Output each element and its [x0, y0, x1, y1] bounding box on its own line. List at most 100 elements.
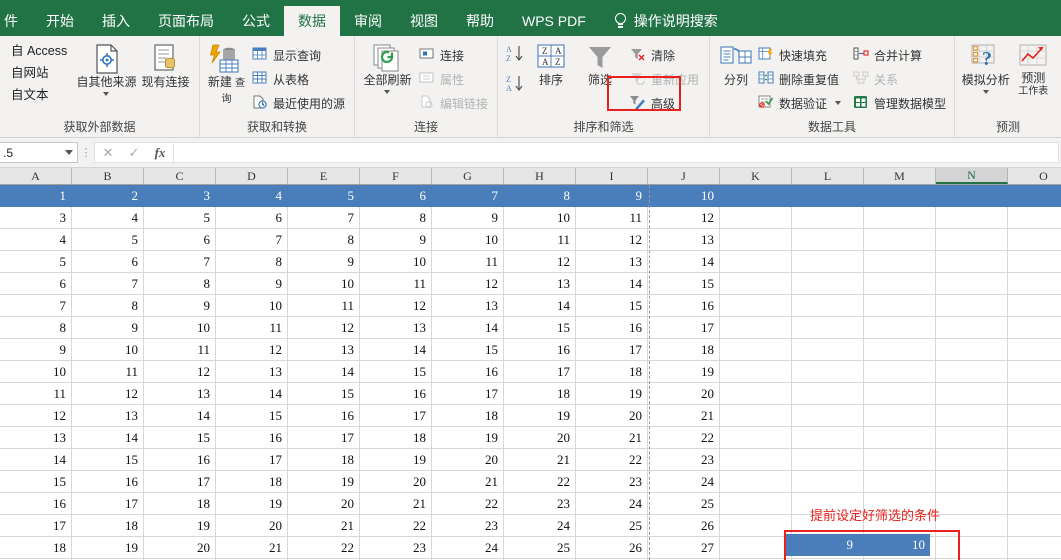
grid-cell[interactable]: 19: [504, 405, 576, 427]
from-text-link[interactable]: 自文本: [11, 84, 70, 106]
grid-cell[interactable]: 20: [216, 515, 288, 537]
grid-cell[interactable]: 21: [288, 515, 360, 537]
grid-cell[interactable]: 16: [504, 339, 576, 361]
grid-cell[interactable]: 19: [432, 427, 504, 449]
consolidate-item[interactable]: 合并计算: [849, 43, 950, 67]
grid-cell[interactable]: [792, 207, 864, 229]
grid-cell[interactable]: [1008, 449, 1061, 471]
tab-review[interactable]: 审阅: [340, 6, 396, 36]
grid-cell[interactable]: 26: [576, 537, 648, 559]
chevron-down-icon[interactable]: [982, 90, 989, 94]
grid-cell[interactable]: [1008, 317, 1061, 339]
grid-cell[interactable]: [792, 339, 864, 361]
grid-cell[interactable]: [936, 383, 1008, 405]
grid-cell[interactable]: 16: [432, 361, 504, 383]
grid-cell[interactable]: 14: [360, 339, 432, 361]
grid-cell[interactable]: 13: [144, 383, 216, 405]
grid-cell[interactable]: 18: [0, 537, 72, 559]
grid-cell[interactable]: 12: [72, 383, 144, 405]
grid-cell[interactable]: [1008, 361, 1061, 383]
grid-cell[interactable]: [936, 449, 1008, 471]
grid-cell[interactable]: [864, 471, 936, 493]
grid-cell[interactable]: 23: [504, 493, 576, 515]
grid-cell[interactable]: 10: [288, 273, 360, 295]
data-validation-item[interactable]: 数据验证: [754, 91, 845, 115]
grid-cell[interactable]: 25: [504, 537, 576, 559]
grid-cell[interactable]: [864, 295, 936, 317]
column-header-m[interactable]: M: [864, 168, 936, 184]
column-header-a[interactable]: A: [0, 168, 72, 184]
grid-cell[interactable]: 19: [648, 361, 720, 383]
grid-cell[interactable]: [720, 515, 792, 537]
grid-cell[interactable]: 13: [360, 317, 432, 339]
grid-cell[interactable]: 21: [648, 405, 720, 427]
grid-cell[interactable]: 13: [216, 361, 288, 383]
grid-cell[interactable]: [720, 449, 792, 471]
grid-cell[interactable]: 27: [648, 537, 720, 559]
grid-cell[interactable]: 12: [0, 405, 72, 427]
grid-cell[interactable]: [864, 273, 936, 295]
grid-cell[interactable]: 22: [432, 493, 504, 515]
grid-cell[interactable]: 6: [216, 207, 288, 229]
grid-cell[interactable]: [864, 405, 936, 427]
grid-cell[interactable]: [936, 207, 1008, 229]
column-header-j[interactable]: J: [648, 168, 720, 184]
grid-cell[interactable]: 7: [288, 207, 360, 229]
grid-cell[interactable]: 17: [144, 471, 216, 493]
grid-cell[interactable]: 6: [144, 229, 216, 251]
grid-cell[interactable]: 16: [144, 449, 216, 471]
grid-cell[interactable]: 13: [72, 405, 144, 427]
grid-cell[interactable]: 9: [432, 207, 504, 229]
grid-cell[interactable]: 12: [288, 317, 360, 339]
grid-cell[interactable]: 3: [144, 185, 216, 207]
grid-cell[interactable]: 10: [648, 185, 720, 207]
text-to-columns-button[interactable]: 分列: [718, 40, 754, 87]
tab-view[interactable]: 视图: [396, 6, 452, 36]
grid-cell[interactable]: 20: [144, 537, 216, 559]
grid-cell[interactable]: 18: [504, 383, 576, 405]
grid-cell[interactable]: 15: [72, 449, 144, 471]
grid-cell[interactable]: 23: [576, 471, 648, 493]
tab-help[interactable]: 帮助: [452, 6, 508, 36]
filter-button[interactable]: 筛选: [576, 40, 624, 87]
grid-cell[interactable]: 1: [0, 185, 72, 207]
grid-cell[interactable]: [864, 427, 936, 449]
enter-formula-button[interactable]: ✓: [121, 145, 147, 161]
grid-cell[interactable]: 14: [72, 427, 144, 449]
grid-cell[interactable]: 16: [576, 317, 648, 339]
column-header-c[interactable]: C: [144, 168, 216, 184]
grid-cell[interactable]: [936, 229, 1008, 251]
grid-cell[interactable]: 9: [0, 339, 72, 361]
grid-cell[interactable]: [1008, 383, 1061, 405]
grid-cell[interactable]: 11: [0, 383, 72, 405]
grid-cell[interactable]: [720, 361, 792, 383]
grid-cell[interactable]: [936, 339, 1008, 361]
grid-cell[interactable]: 16: [288, 405, 360, 427]
grid-cell[interactable]: 11: [72, 361, 144, 383]
grid-cell[interactable]: [720, 273, 792, 295]
grid-cell[interactable]: 11: [432, 251, 504, 273]
clear-filter-item[interactable]: 清除: [626, 43, 703, 67]
grid-cell[interactable]: [1008, 207, 1061, 229]
grid-cell[interactable]: 24: [432, 537, 504, 559]
grid-cell[interactable]: 12: [216, 339, 288, 361]
grid-cell[interactable]: 13: [648, 229, 720, 251]
column-header-g[interactable]: G: [432, 168, 504, 184]
grid-cell[interactable]: [792, 185, 864, 207]
grid-cell[interactable]: 16: [0, 493, 72, 515]
grid-cell[interactable]: 8: [216, 251, 288, 273]
grid-cell[interactable]: 22: [288, 537, 360, 559]
recent-sources-item[interactable]: 最近使用的源: [248, 91, 349, 115]
grid-cell[interactable]: [1008, 471, 1061, 493]
grid-cell[interactable]: 8: [504, 185, 576, 207]
grid-cell[interactable]: 17: [216, 449, 288, 471]
grid-cell[interactable]: 4: [72, 207, 144, 229]
grid-cell[interactable]: [864, 383, 936, 405]
grid-cell[interactable]: 18: [72, 515, 144, 537]
grid-cell[interactable]: [936, 295, 1008, 317]
grid-cell[interactable]: [864, 317, 936, 339]
grid-cell[interactable]: 17: [72, 493, 144, 515]
grid-cell[interactable]: 6: [360, 185, 432, 207]
what-if-analysis-button[interactable]: ? 模拟分析: [961, 40, 1010, 94]
grid-cell[interactable]: 10: [144, 317, 216, 339]
